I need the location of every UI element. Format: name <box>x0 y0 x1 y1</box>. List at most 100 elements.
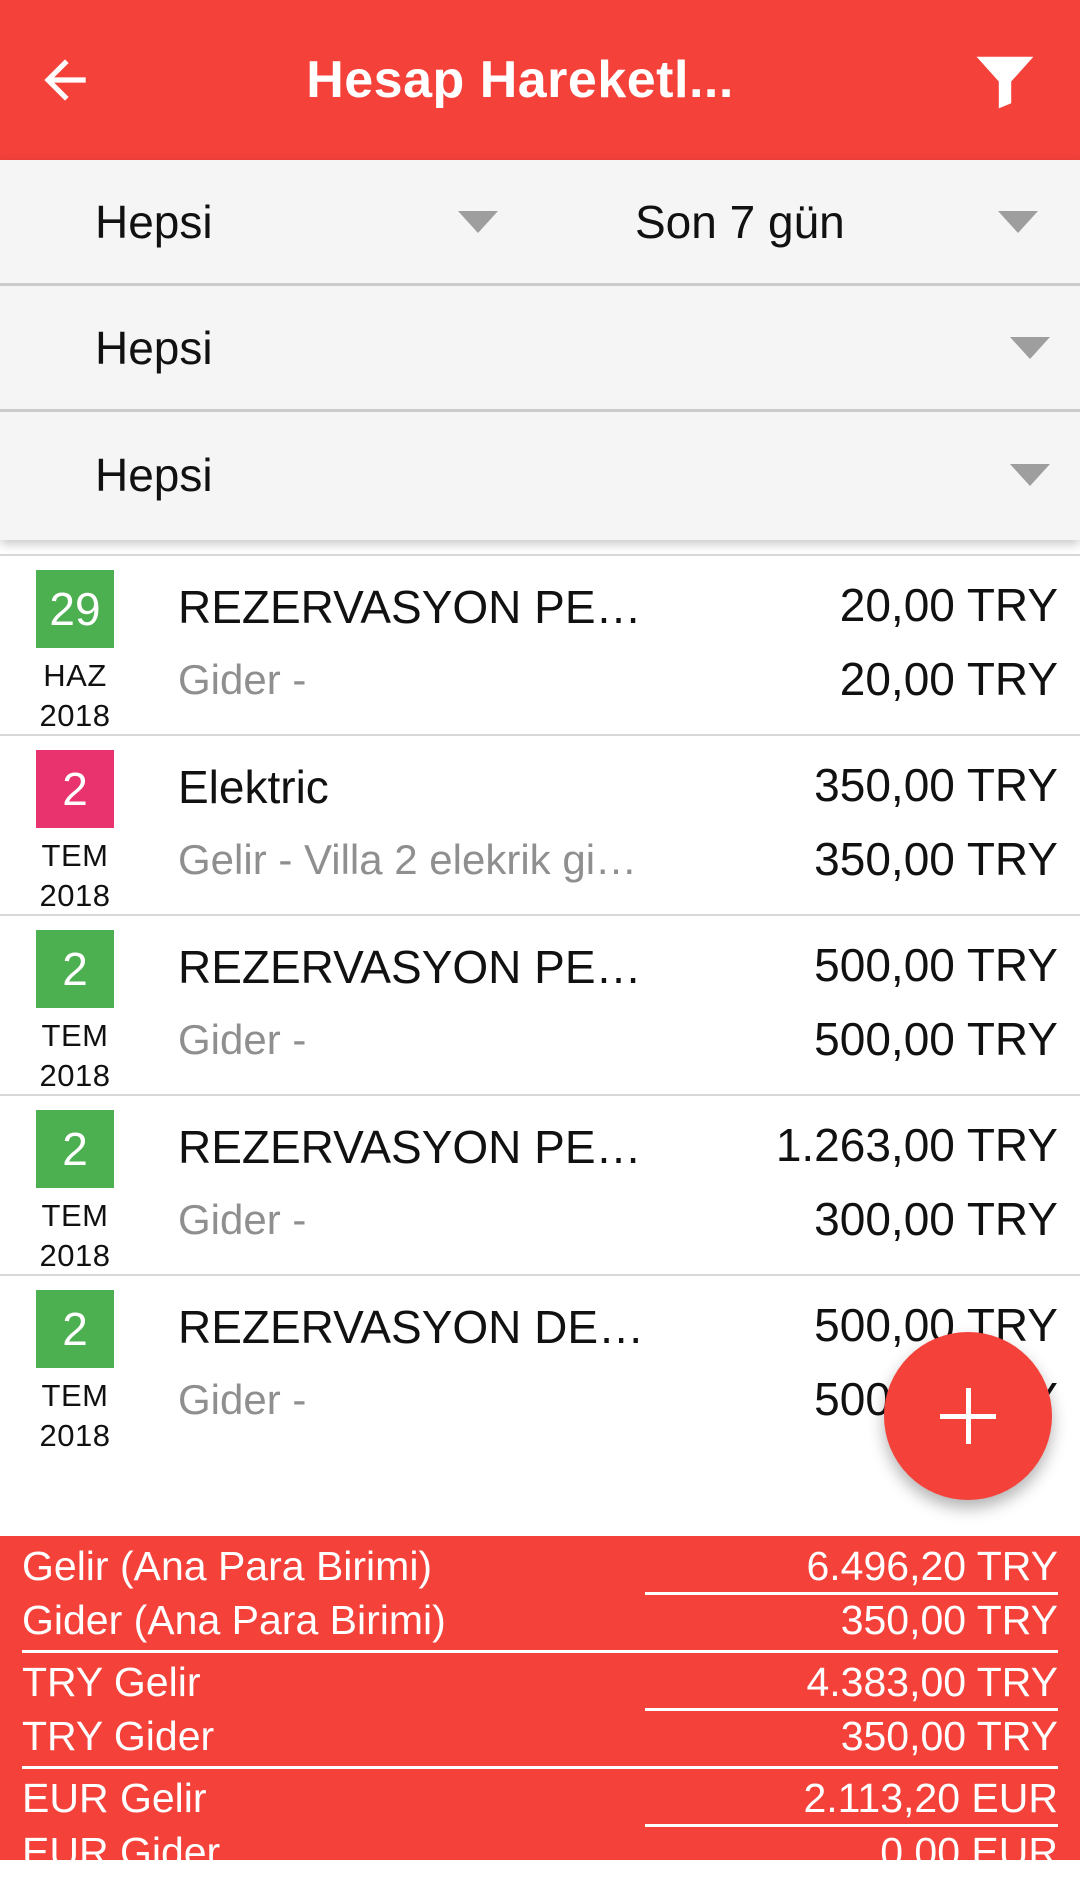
summary-inner-rule <box>645 1708 1058 1711</box>
filter-account-spinner[interactable]: Hepsi <box>0 285 1080 411</box>
amount-secondary: 350,00 TRY <box>814 833 1058 885</box>
summary-line: EUR Gelir 2.113,20 EUR <box>22 1774 1058 1823</box>
summary-line: EUR Gider 0,00 EUR <box>22 1828 1058 1877</box>
summary-value: 4.383,00 TRY <box>806 1659 1058 1705</box>
filter-type-spinner[interactable]: Hepsi <box>0 159 540 285</box>
amount-column: 500,00 TRY 500,00 TRY <box>650 916 1080 1094</box>
summary-divider <box>22 1766 1058 1769</box>
page-title: Hesap Hareketl... <box>306 51 734 109</box>
summary-divider <box>22 1650 1058 1653</box>
transaction-subtitle: Gider - <box>178 1016 307 1063</box>
summary-label: TRY Gider <box>22 1713 215 1759</box>
filter-row-2: Hepsi <box>0 286 1080 412</box>
date-column: 2 TEM 2018 <box>0 1276 150 1454</box>
filter-row-1: Hepsi Son 7 gün <box>0 160 1080 286</box>
filter-type-value: Hepsi <box>95 195 213 248</box>
summary-value: 2.113,20 EUR <box>803 1775 1058 1821</box>
transaction-title: REZERVASYON DEPOZİT <box>178 1301 650 1353</box>
year-label: 2018 <box>39 1418 111 1453</box>
amount-primary: 350,00 TRY <box>814 759 1058 811</box>
description-column: REZERVASYON DEPOZİT Gider - <box>150 1276 650 1454</box>
summary-line: TRY Gelir 4.383,00 TRY <box>22 1658 1058 1707</box>
description-column: REZERVASYON PEŞİNAT Gider - <box>150 1096 650 1274</box>
summary-label: TRY Gelir <box>22 1659 201 1705</box>
description-column: Elektric Gelir - Villa 2 elekrik gideri <box>150 736 650 914</box>
transaction-subtitle: Gider - <box>178 656 307 703</box>
table-row[interactable]: 29 HAZ 2018 REZERVASYON PEŞİNAT Gider - 20,00… <box>0 554 1080 734</box>
amount-primary: 20,00 TRY <box>839 579 1058 631</box>
transaction-title: REZERVASYON PEŞİNAT <box>178 941 650 993</box>
day-badge: 2 <box>36 1290 114 1368</box>
day-badge: 2 <box>36 930 114 1008</box>
transaction-title: REZERVASYON PEŞİNAT <box>178 581 650 633</box>
date-column: 2 TEM 2018 <box>0 916 150 1094</box>
summary-group: EUR Gelir 2.113,20 EUR EUR Gider 0,00 EUR <box>22 1774 1058 1885</box>
summary-inner-rule <box>645 1592 1058 1595</box>
month-label: HAZ <box>43 658 107 693</box>
year-label: 2018 <box>39 1238 111 1273</box>
year-label: 2018 <box>39 698 111 733</box>
summary-label: EUR Gider <box>22 1829 221 1875</box>
month-label: TEM <box>41 838 109 873</box>
summary-label: Gider (Ana Para Birimi) <box>22 1597 446 1643</box>
add-transaction-fab[interactable] <box>884 1332 1052 1500</box>
amount-column: 350,00 TRY 350,00 TRY <box>650 736 1080 914</box>
month-label: TEM <box>41 1018 109 1053</box>
day-badge: 29 <box>36 570 114 648</box>
summary-label: Gelir (Ana Para Birimi) <box>22 1543 433 1589</box>
date-column: 2 TEM 2018 <box>0 1096 150 1274</box>
back-arrow-icon <box>44 59 86 101</box>
filter-period-spinner[interactable]: Son 7 gün <box>540 159 1080 285</box>
description-column: REZERVASYON PEŞİNAT Gider - <box>150 916 650 1094</box>
transaction-subtitle: Gelir - Villa 2 elekrik gideri <box>178 836 650 883</box>
summary-line: TRY Gider 350,00 TRY <box>22 1712 1058 1761</box>
chevron-down-icon <box>458 210 498 233</box>
filter-panel: Hepsi Son 7 gün Hepsi Hepsi <box>0 160 1080 540</box>
amount-secondary: 300,00 TRY <box>814 1193 1058 1245</box>
chevron-down-icon <box>1010 464 1050 486</box>
summary-inner-rule <box>645 1824 1058 1827</box>
filter-category-value: Hepsi <box>95 449 213 501</box>
chevron-down-icon <box>1010 336 1050 359</box>
day-badge: 2 <box>36 1110 114 1188</box>
month-label: TEM <box>41 1198 109 1233</box>
transaction-subtitle: Gider - <box>178 1376 307 1423</box>
filter-funnel-icon <box>976 56 1034 109</box>
table-row[interactable]: 2 TEM 2018 REZERVASYON PEŞİNAT Gider - 1.263,… <box>0 1094 1080 1274</box>
amount-column: 1.263,00 TRY 300,00 TRY <box>650 1096 1080 1274</box>
chevron-down-icon <box>998 210 1038 233</box>
filter-account-value: Hepsi <box>95 321 213 374</box>
table-row[interactable]: 2 TEM 2018 REZERVASYON PEŞİNAT Gider - 500,00… <box>0 914 1080 1094</box>
amount-secondary: 20,00 TRY <box>839 653 1058 705</box>
transaction-rows: 29 HAZ 2018 REZERVASYON PEŞİNAT Gider - 20,00… <box>0 554 1080 1454</box>
amount-column: 20,00 TRY 20,00 TRY <box>650 556 1080 734</box>
table-row[interactable]: 2 TEM 2018 Elektric Gelir - Villa 2 elekrik … <box>0 734 1080 914</box>
summary-value: 6.496,20 TRY <box>806 1543 1058 1589</box>
date-column: 29 HAZ 2018 <box>0 556 150 734</box>
date-column: 2 TEM 2018 <box>0 736 150 914</box>
summary-label: EUR Gelir <box>22 1775 207 1821</box>
summary-line: Gelir (Ana Para Birimi) 6.496,20 TRY <box>22 1542 1058 1591</box>
amount-primary: 1.263,00 TRY <box>775 1119 1058 1171</box>
description-column: REZERVASYON PEŞİNAT Gider - <box>150 556 650 734</box>
summary-footer: Gelir (Ana Para Birimi) 6.496,20 TRY Gider… <box>0 1536 1080 1885</box>
clipped-previous-row: 2018 <box>0 540 1080 552</box>
filter-period-value: Son 7 gün <box>635 195 845 248</box>
transaction-subtitle: Gider - <box>178 1196 307 1243</box>
summary-value: 350,00 TRY <box>840 1597 1058 1643</box>
day-badge: 2 <box>36 750 114 828</box>
plus-icon <box>940 1388 996 1444</box>
year-label: 2018 <box>39 1058 111 1093</box>
year-label: 2018 <box>39 878 111 913</box>
summary-value: 350,00 TRY <box>840 1713 1058 1759</box>
transaction-title: Elektric <box>178 761 329 813</box>
month-label: TEM <box>41 1378 109 1413</box>
filter-category-spinner[interactable]: Hepsi <box>0 412 1080 538</box>
summary-group: TRY Gelir 4.383,00 TRY TRY Gider 350,00 TRY <box>22 1658 1058 1769</box>
filter-button[interactable] <box>930 0 1080 160</box>
app-bar: Hesap Hareketl... <box>0 0 1080 160</box>
summary-value: 0,00 EUR <box>880 1829 1058 1875</box>
summary-group: Gelir (Ana Para Birimi) 6.496,20 TRY Gider… <box>22 1542 1058 1653</box>
transaction-title: REZERVASYON PEŞİNAT <box>178 1121 650 1173</box>
filter-row-3: Hepsi <box>0 412 1080 538</box>
